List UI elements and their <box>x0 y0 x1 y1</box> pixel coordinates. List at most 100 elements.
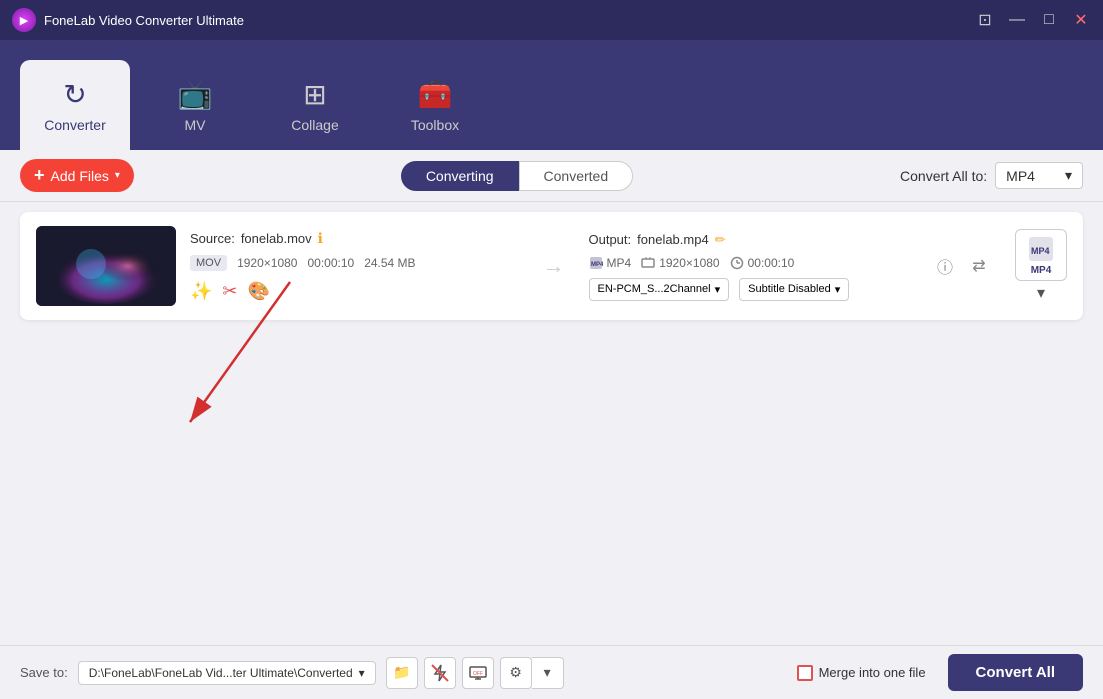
format-chevron-icon: ▾ <box>1065 167 1072 184</box>
mp4-icon: MP4 <box>589 256 603 270</box>
output-resolution: 1920×1080 <box>659 256 719 270</box>
save-to-label: Save to: <box>20 665 68 680</box>
status-tab-switch: Converting Converted <box>146 161 888 191</box>
file-meta: MOV 1920×1080 00:00:10 24.54 MB <box>190 255 519 271</box>
format-badge-label: MP4 <box>1031 265 1052 276</box>
info-button[interactable]: ⓘ <box>931 252 959 280</box>
output-codec: MP4 <box>607 256 632 270</box>
source-label: Source: <box>190 231 235 246</box>
flash-off-button[interactable] <box>424 657 456 689</box>
maximize-button[interactable]: □ <box>1039 10 1059 30</box>
save-path-value: D:\FoneLab\FoneLab Vid...ter Ultimate\Co… <box>89 666 353 680</box>
collage-tab-icon: ⊞ <box>303 78 326 111</box>
converted-tab[interactable]: Converted <box>519 161 634 191</box>
minimize-button[interactable]: — <box>1007 10 1027 30</box>
codec-badge: MOV <box>190 255 227 271</box>
chat-icon[interactable]: ⊡ <box>975 10 995 30</box>
arrow-right-icon: → <box>543 253 565 279</box>
merge-checkbox-area[interactable]: Merge into one file <box>797 665 926 681</box>
format-badge-mp4-icon: MP4 <box>1027 235 1055 263</box>
tab-toolbox[interactable]: 🧰 Toolbox <box>380 60 490 150</box>
output-line: Output: fonelab.mp4 ✏ <box>589 232 918 248</box>
converter-tab-icon: ↻ <box>63 78 86 111</box>
tab-collage[interactable]: ⊞ Collage <box>260 60 370 150</box>
swap-button[interactable]: ⇄ <box>965 252 993 280</box>
save-path-chevron-icon: ▾ <box>359 666 365 680</box>
output-edit-icon[interactable]: ✏ <box>715 232 726 248</box>
screen-button[interactable]: OFF <box>462 657 494 689</box>
save-path-input[interactable]: D:\FoneLab\FoneLab Vid...ter Ultimate\Co… <box>78 661 376 685</box>
svg-text:MP4: MP4 <box>591 262 603 268</box>
resolution-icon <box>641 256 655 270</box>
duration: 00:00:10 <box>307 256 354 270</box>
file-item: Source: fonelab.mov ℹ MOV 1920×1080 00:0… <box>20 212 1083 320</box>
output-selects: EN-PCM_S...2Channel ▾ Subtitle Disabled … <box>589 278 918 301</box>
source-line: Source: fonelab.mov ℹ <box>190 230 519 247</box>
format-badge-button[interactable]: MP4 MP4 <box>1015 229 1067 281</box>
toolbox-tab-icon: 🧰 <box>418 78 453 111</box>
subtitle-chevron-icon: ▾ <box>835 283 841 296</box>
format-select-dropdown[interactable]: MP4 ▾ <box>995 162 1083 189</box>
action-icons: ✨ ✂ 🎨 <box>190 281 519 302</box>
source-info-icon[interactable]: ℹ <box>318 230 323 247</box>
file-info: Source: fonelab.mov ℹ MOV 1920×1080 00:0… <box>190 230 519 302</box>
converting-tab[interactable]: Converting <box>401 161 519 191</box>
resolution: 1920×1080 <box>237 256 297 270</box>
source-filename: fonelab.mov <box>241 231 312 246</box>
audio-track-chevron-icon: ▾ <box>715 283 721 296</box>
subtitle-select[interactable]: Subtitle Disabled ▾ <box>739 278 849 301</box>
file-thumbnail <box>36 226 176 306</box>
add-files-chevron-icon: ▾ <box>115 170 120 181</box>
add-files-button[interactable]: + Add Files ▾ <box>20 159 134 192</box>
converter-tab-label: Converter <box>44 117 105 133</box>
format-badge-area: MP4 MP4 ▾ <box>1015 229 1067 303</box>
collage-tab-label: Collage <box>291 117 338 133</box>
format-value: MP4 <box>1006 168 1035 184</box>
main-content: Source: fonelab.mov ℹ MOV 1920×1080 00:0… <box>0 202 1103 645</box>
mv-tab-icon: 📺 <box>178 78 213 111</box>
window-controls: ⊡ — □ ✕ <box>975 10 1091 30</box>
subtitle-value: Subtitle Disabled <box>748 283 831 295</box>
tab-converter[interactable]: ↻ Converter <box>20 60 130 150</box>
effects-icon[interactable]: ✨ <box>190 281 212 302</box>
audio-track-value: EN-PCM_S...2Channel <box>598 283 711 295</box>
output-duration: 00:00:10 <box>748 256 795 270</box>
format-expand-button[interactable]: ▾ <box>1037 283 1045 303</box>
svg-text:OFF: OFF <box>473 671 483 677</box>
toolbox-tab-label: Toolbox <box>411 117 459 133</box>
tab-mv[interactable]: 📺 MV <box>140 60 250 150</box>
tab-bar: ↻ Converter 📺 MV ⊞ Collage 🧰 Toolbox <box>0 40 1103 150</box>
settings-button[interactable]: ⚙ <box>500 657 532 689</box>
bottom-bar: Save to: D:\FoneLab\FoneLab Vid...ter Ul… <box>0 645 1103 699</box>
bottom-icons: 📁 OFF ⚙ ▾ <box>386 657 564 689</box>
cut-icon[interactable]: ✂ <box>222 281 237 302</box>
add-plus-icon: + <box>34 165 45 186</box>
output-label: Output: <box>589 232 632 247</box>
close-button[interactable]: ✕ <box>1071 10 1091 30</box>
palette-icon[interactable]: 🎨 <box>248 281 270 302</box>
audio-track-select[interactable]: EN-PCM_S...2Channel ▾ <box>589 278 730 301</box>
duration-icon <box>730 256 744 270</box>
screen-icon: OFF <box>469 664 487 682</box>
settings-chevron-button[interactable]: ▾ <box>532 657 564 689</box>
convert-all-button[interactable]: Convert All <box>948 654 1083 691</box>
title-bar: ▶ FoneLab Video Converter Ultimate ⊡ — □… <box>0 0 1103 40</box>
convert-all-to-section: Convert All to: MP4 ▾ <box>900 162 1083 189</box>
filesize: 24.54 MB <box>364 256 415 270</box>
merge-checkbox[interactable] <box>797 665 813 681</box>
mv-tab-label: MV <box>185 117 206 133</box>
thumbnail-art <box>36 226 176 306</box>
toolbar: + Add Files ▾ Converting Converted Conve… <box>0 150 1103 202</box>
flash-off-icon <box>431 664 449 682</box>
output-info: Output: fonelab.mp4 ✏ MP4 MP4 1920×1080 … <box>589 232 918 301</box>
output-actions: ⓘ ⇄ <box>931 252 993 280</box>
convert-all-to-label: Convert All to: <box>900 168 987 184</box>
app-title: FoneLab Video Converter Ultimate <box>44 13 975 28</box>
app-logo: ▶ <box>12 8 36 32</box>
svg-text:MP4: MP4 <box>1031 246 1050 256</box>
merge-label: Merge into one file <box>819 665 926 680</box>
add-files-label: Add Files <box>51 168 109 184</box>
folder-button[interactable]: 📁 <box>386 657 418 689</box>
output-filename: fonelab.mp4 <box>637 232 709 247</box>
output-meta: MP4 MP4 1920×1080 00:00:10 <box>589 256 918 270</box>
